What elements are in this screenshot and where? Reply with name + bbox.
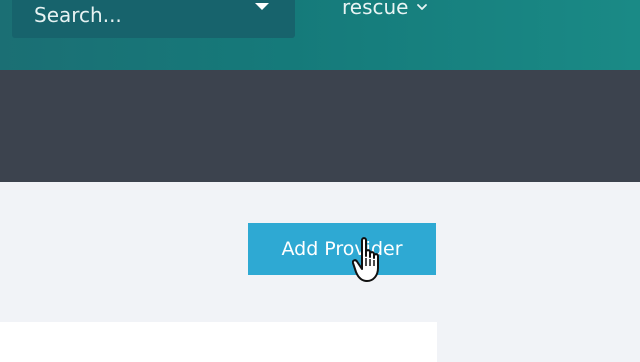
chevron-down-icon [417, 4, 428, 10]
search-box[interactable] [12, 0, 295, 38]
add-provider-button[interactable]: Add Provider [248, 223, 436, 275]
project-dropdown-label: rescue [342, 0, 409, 19]
secondary-header-bar [0, 70, 640, 182]
project-dropdown[interactable]: rescue [342, 0, 428, 24]
hand-pointer-icon [352, 237, 379, 282]
top-navigation-bar: rescue [0, 0, 640, 70]
search-input[interactable] [12, 0, 242, 38]
caret-down-icon[interactable] [253, 0, 271, 16]
content-card [0, 322, 437, 362]
main-content: Add Provider [0, 182, 640, 362]
